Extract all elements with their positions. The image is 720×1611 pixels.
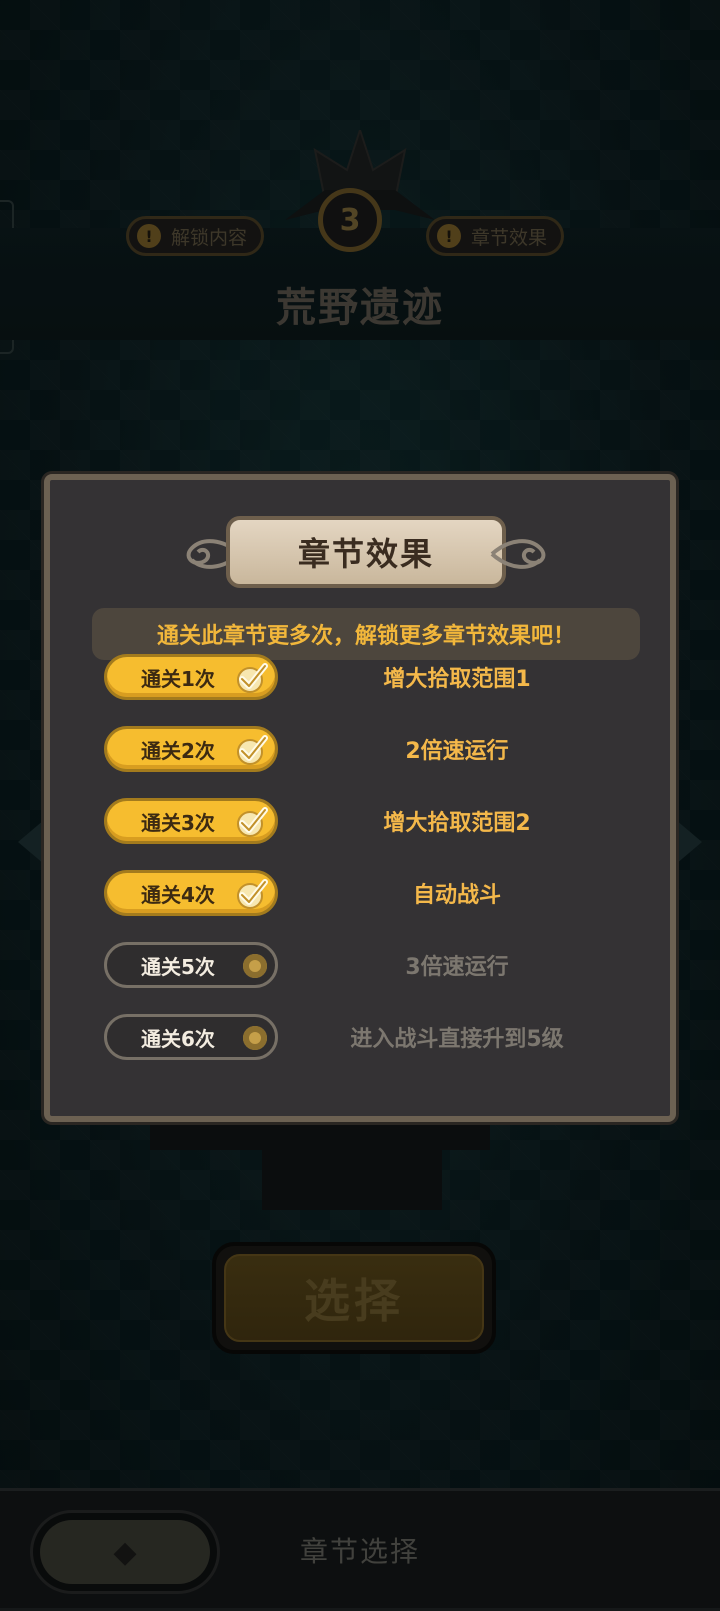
- chapter-number: 3: [339, 202, 361, 238]
- exclamation-icon: !: [137, 224, 161, 248]
- checkmark-icon: [237, 879, 268, 909]
- effect-text: 3倍速运行: [405, 955, 509, 980]
- locked-dot-icon: [243, 1026, 267, 1050]
- effect-row: 通关6次 进入战斗直接升到5级: [104, 1014, 624, 1060]
- notice-banner: 通关此章节更多次，解锁更多章节效果吧！: [92, 608, 640, 660]
- unlock-content-label: 解锁内容: [171, 226, 248, 249]
- nav-title: 章节选择: [300, 1535, 421, 1568]
- clear-count-label: 通关2次: [141, 738, 215, 763]
- effect-text: 进入战斗直接升到5级: [350, 1027, 564, 1052]
- effect-text: 自动战斗: [412, 883, 501, 908]
- modal-title-plate: 章节效果: [226, 516, 506, 588]
- effect-row: 通关3次 增大拾取范围2: [104, 798, 624, 844]
- effect-text: 增大拾取范围2: [383, 811, 531, 836]
- locked-dot-icon: [243, 954, 267, 978]
- notice-text: 通关此章节更多次，解锁更多章节效果吧！: [156, 624, 575, 649]
- clear-count-badge: 通关5次: [104, 942, 278, 988]
- effect-row: 通关1次 增大拾取范围1: [104, 654, 624, 700]
- clear-count-badge: 通关2次: [104, 726, 278, 772]
- clear-count-badge: 通关6次: [104, 1014, 278, 1060]
- back-arrow-icon: ◆: [40, 1520, 210, 1584]
- effect-text: 增大拾取范围1: [383, 667, 531, 692]
- modal-title: 章节效果: [297, 535, 434, 573]
- clear-count-label: 通关5次: [141, 954, 215, 979]
- scroll-ornament-icon: [490, 539, 546, 569]
- checkmark-icon: [237, 807, 268, 837]
- next-chapter-arrow-icon[interactable]: [676, 820, 702, 864]
- effect-row: 通关5次 3倍速运行: [104, 942, 624, 988]
- modal-title-wrap: 章节效果: [186, 516, 546, 588]
- clear-count-label: 通关3次: [141, 810, 215, 835]
- unlock-content-button[interactable]: ! 解锁内容: [126, 216, 265, 256]
- checkmark-icon: [237, 735, 268, 765]
- clear-count-badge: 通关1次: [104, 654, 278, 700]
- effect-row: 通关4次 自动战斗: [104, 870, 624, 916]
- clear-count-badge: 通关4次: [104, 870, 278, 916]
- clear-count-label: 通关6次: [141, 1026, 215, 1051]
- chapter-effect-modal: 章节效果 通关此章节更多次，解锁更多章节效果吧！ 通关1次 增大拾取范围1 通关2次…: [44, 474, 676, 1122]
- select-button[interactable]: 选择: [212, 1242, 496, 1354]
- checkmark-icon: [237, 663, 268, 693]
- chapter-effect-label: 章节效果: [471, 226, 548, 249]
- exclamation-icon: !: [437, 224, 461, 248]
- select-button-label: 选择: [304, 1274, 404, 1328]
- clear-count-label: 通关1次: [141, 666, 215, 691]
- clear-count-label: 通关4次: [141, 882, 215, 907]
- back-button[interactable]: ◆: [30, 1510, 220, 1594]
- clear-count-badge: 通关3次: [104, 798, 278, 844]
- world-title: 荒野遗迹: [276, 285, 444, 331]
- chapter-number-badge: 3: [318, 188, 382, 252]
- previous-chapter-arrow-icon[interactable]: [18, 820, 44, 864]
- chapter-effect-button[interactable]: ! 章节效果: [426, 216, 565, 256]
- effect-text: 2倍速运行: [405, 739, 509, 764]
- effect-row: 通关2次 2倍速运行: [104, 726, 624, 772]
- tower-block: [262, 1140, 442, 1210]
